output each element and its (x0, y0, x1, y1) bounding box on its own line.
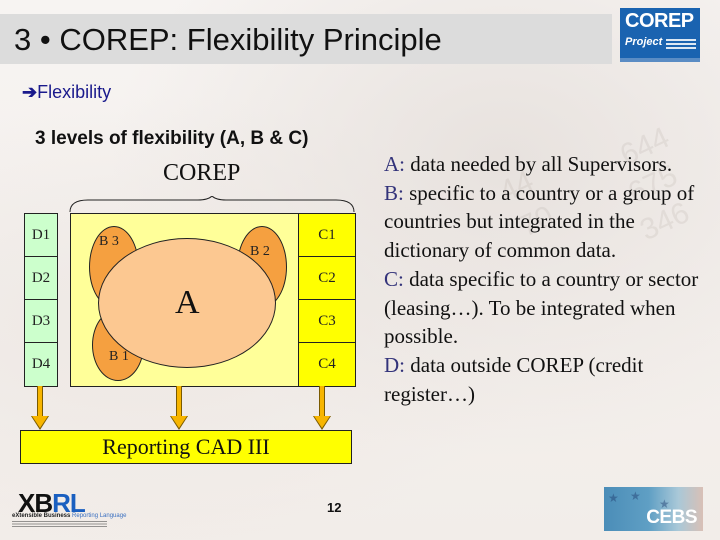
b1-label: B 1 (109, 349, 129, 364)
legend-key-c: C: (384, 266, 404, 291)
arrow-right-icon: ➔ (22, 82, 38, 102)
legend-desc-b: specific to a country or a group of coun… (384, 180, 695, 263)
star-icon: ★ (608, 491, 619, 505)
xbrl-logo-lines (12, 521, 107, 527)
d-cell: D3 (25, 300, 57, 343)
a-label: A (175, 284, 200, 321)
legend-key-b: B: (384, 180, 404, 205)
xbrl-logo-subtext: eXtensible Business Reporting Language (12, 513, 127, 519)
c-cell: C4 (318, 356, 336, 372)
c-cell: C1 (299, 214, 355, 257)
b2-label: B 2 (250, 244, 270, 259)
c-cell: C2 (299, 257, 355, 300)
slide-title: 3 • COREP: Flexibility Principle (14, 22, 442, 57)
bullet-text: Flexibility (37, 82, 112, 102)
legend-desc-c: data specific to a country or sector (le… (384, 266, 699, 349)
b3-label: B 3 (99, 234, 119, 249)
bullet-flexibility: ➔Flexibility (22, 82, 111, 103)
corep-brace-label: COREP (163, 160, 241, 186)
d-column: D1 D2 D3 D4 (24, 213, 58, 387)
subheading: 3 levels of flexibility (A, B & C) (35, 128, 309, 149)
d-cell: D2 (25, 257, 57, 300)
xbrl-logo: XBRL eXtensible Business Reporting Langu… (10, 488, 126, 528)
cebs-logo: ★ ★ ★ CEBS (604, 487, 703, 531)
c-column: C1 C2 C3 C4 (298, 213, 356, 387)
corep-logo-lines (666, 39, 696, 51)
legend-key-a: A: (384, 152, 405, 176)
cebs-logo-text: CEBS (646, 507, 697, 528)
c-cell: C3 (299, 300, 355, 343)
page-number: 12 (327, 500, 342, 515)
legend-key-d: D: (384, 352, 405, 377)
corep-project-logo: COREP Project (620, 8, 700, 62)
legend-desc-a: data needed by all Supervisors. (405, 152, 673, 176)
corep-brace (69, 196, 355, 213)
corep-logo-text: COREP (625, 10, 694, 32)
d-cell: D4 (31, 356, 51, 372)
corep-core-box: B 3 B 2 B 1 A (70, 213, 300, 387)
reporting-cad-bar: Reporting CAD III (20, 430, 352, 464)
legend-text: A: data needed by all Supervisors. B: sp… (384, 150, 714, 408)
d-cell: D1 (25, 214, 57, 257)
corep-logo-subtext: Project (625, 36, 663, 48)
legend-desc-d: data outside COREP (credit register…) (384, 352, 644, 406)
star-icon: ★ (630, 489, 641, 503)
